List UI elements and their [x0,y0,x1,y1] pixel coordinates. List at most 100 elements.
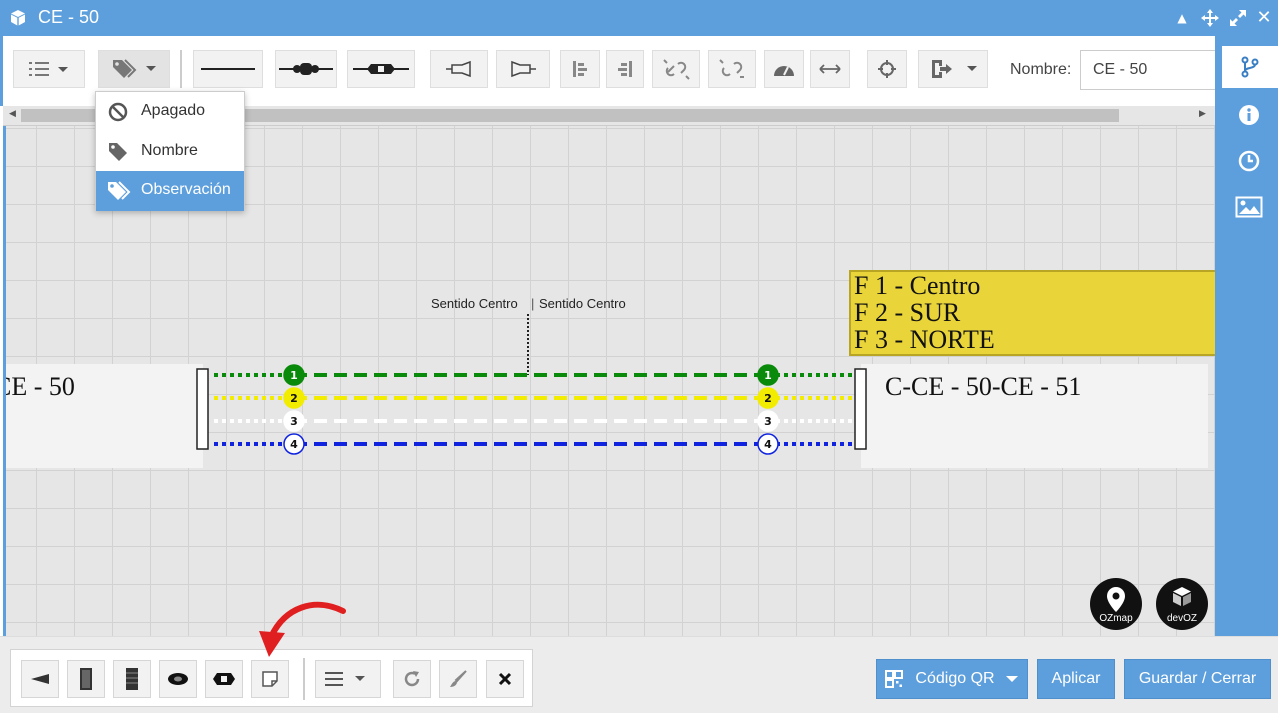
dropdown-item-label: Apagado [141,102,206,119]
fiber-number-label: 3 [764,415,772,428]
chevron-down-icon [1005,676,1018,682]
center-view-button[interactable] [867,50,907,88]
tray-icon [80,668,92,690]
devoz-logo[interactable]: devOZ [1156,578,1208,630]
tray-striped-button[interactable] [113,660,151,698]
splitter-reverse-icon [511,60,536,78]
nombre-value: CE - 50 [1093,61,1148,78]
fiber-number-label: 1 [764,369,772,382]
dropdown-item-label: Observación [141,181,231,198]
fiber-number-label: 1 [290,369,298,382]
unlink-icon [663,59,690,80]
image-icon [1235,196,1263,218]
refresh-button[interactable] [393,660,431,698]
connector-end-button[interactable] [21,660,59,698]
save-close-label: Guardar / Cerrar [1138,670,1257,687]
align-right-button[interactable] [560,50,600,88]
ban-icon [108,102,128,122]
distribute-reverse-icon [618,61,632,77]
tags-icon [113,59,156,78]
close-icon [498,672,512,686]
nombre-input[interactable]: CE - 50 [1080,50,1220,90]
title-bar: CE - 50 ▲ ✕ [0,0,1278,36]
sidebar-history-button[interactable] [1225,140,1273,182]
label-menu-button[interactable] [98,50,170,88]
sidebar-info-button[interactable] [1225,94,1273,136]
apply-button[interactable]: Aplicar [1037,659,1115,699]
sticky-note-icon [262,671,278,687]
scroll-left-icon[interactable]: ◀ [9,109,16,119]
fiber-number-label: 3 [290,415,298,428]
add-note-button[interactable] [251,660,289,698]
scroll-right-icon[interactable]: ▶ [1199,109,1206,119]
ozmap-logo[interactable]: OZmap [1090,578,1142,630]
right-sidebar [1215,36,1278,636]
fiber-number-label: 2 [764,392,772,405]
dropdown-item-label: Nombre [141,142,198,159]
line-icon [201,68,255,70]
splitter-icon [446,60,471,78]
distribute-icon [573,61,587,77]
dashboard-button[interactable] [764,50,804,88]
devoz-logo-text: devOZ [1166,613,1197,624]
splice-editor-window: CE - 50 ▲ ✕ Nombre: CE - 50 ◀ ▶ E - 50 C… [0,0,1278,713]
list-menu-button[interactable] [13,50,85,88]
crosshair-icon [878,60,896,78]
dropdown-item-apagado[interactable]: Apagado [96,92,244,132]
nombre-label: Nombre: [1010,61,1072,78]
connector-tool-button[interactable] [347,50,415,88]
save-close-button[interactable]: Guardar / Cerrar [1124,659,1271,699]
unlink-all-icon [719,59,744,78]
align-left-button[interactable] [606,50,644,88]
bottom-bar: Código QR Aplicar Guardar / Cerrar [0,601,1278,713]
line-style-menu-button[interactable] [315,660,381,698]
tray-button[interactable] [67,660,105,698]
dropdown-item-observacion[interactable]: Observación [96,171,244,211]
tags-icon [108,181,131,200]
qr-code-button[interactable]: Código QR [876,659,1028,699]
brush-icon [450,670,467,687]
map-pin-icon [1107,587,1125,612]
export-icon [932,60,977,78]
fusion-button[interactable] [159,660,197,698]
sidebar-fibers-button[interactable] [1222,46,1278,88]
adapter-button[interactable] [205,660,243,698]
unlink-button[interactable] [652,50,700,88]
dropdown-item-nombre[interactable]: Nombre [96,132,244,172]
close-icon[interactable]: ✕ [1254,8,1274,28]
qr-code-label: Código QR [915,670,995,687]
splitter-button[interactable] [430,50,488,88]
list-icon [29,62,68,76]
splice-icon [279,63,333,75]
fusion-icon [168,673,188,685]
cube-icon [11,10,25,26]
delete-button[interactable] [486,660,524,698]
sidebar-image-button[interactable] [1225,186,1273,228]
export-menu-button[interactable] [918,50,988,88]
tray-striped-icon [126,668,138,690]
maximize-icon[interactable] [1228,8,1248,28]
paint-button[interactable] [439,660,477,698]
connector-end-icon [31,674,49,684]
cube-logo-icon [1173,587,1191,606]
menu-lines-icon [325,672,365,686]
move-icon[interactable] [1200,8,1220,28]
unlink-all-button[interactable] [708,50,756,88]
resize-horizontal-button[interactable] [810,50,850,88]
fusion-splice-button[interactable] [275,50,337,88]
fiber-number-label: 2 [290,392,298,405]
label-mode-dropdown: Apagado Nombre Observación [95,91,245,211]
window-title: CE - 50 [38,7,100,27]
refresh-icon [404,671,420,687]
qr-code-icon [885,670,904,688]
collapse-icon[interactable]: ▲ [1172,8,1192,28]
right-tray-bar[interactable] [854,368,867,450]
gauge-icon [774,66,794,76]
adapter-icon [213,673,235,685]
fiber-number-label: 4 [290,438,298,451]
line-tool-button[interactable] [193,50,263,88]
left-tray-bar[interactable] [196,368,209,450]
clock-icon [1238,150,1260,172]
tag-icon [109,143,127,161]
splitter-reverse-button[interactable] [496,50,550,88]
